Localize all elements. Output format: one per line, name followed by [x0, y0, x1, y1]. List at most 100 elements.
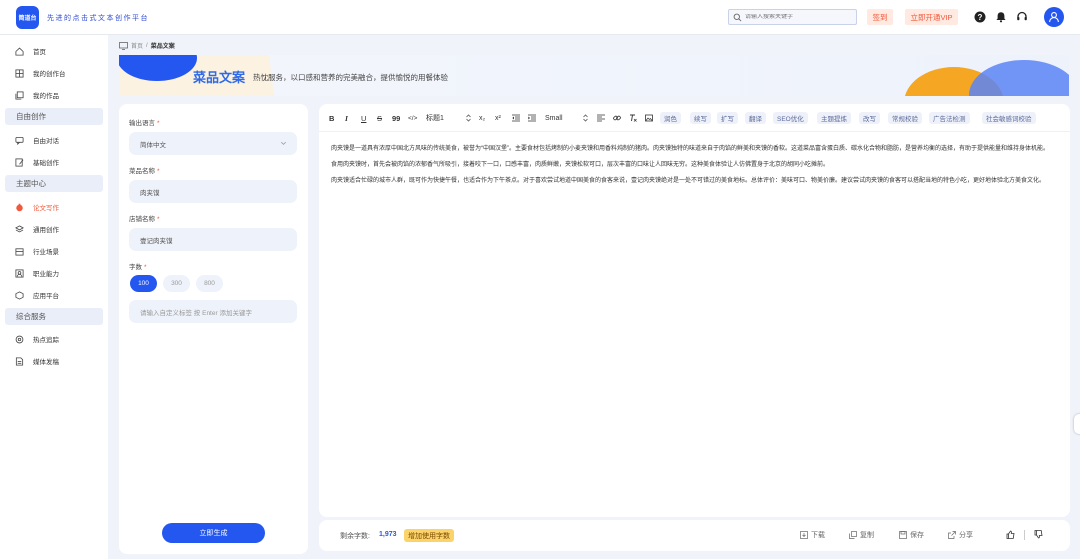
updown-icon	[466, 114, 471, 122]
sidebar-item-home[interactable]: 首页	[15, 44, 46, 58]
link-icon	[613, 115, 621, 121]
chip-translate[interactable]: 翻译	[745, 112, 766, 124]
share-button[interactable]: 分享	[948, 530, 973, 540]
chip-expand[interactable]: 扩写	[717, 112, 738, 124]
subscript-button[interactable]: x₂	[479, 112, 485, 124]
logo[interactable]: 简道台	[16, 6, 39, 29]
sidebar-group-theme[interactable]: 主题中心	[5, 175, 103, 192]
clear-format-icon	[630, 114, 637, 122]
quote-button[interactable]: 99	[392, 112, 400, 124]
count-option-300[interactable]: 300	[163, 275, 190, 292]
sidebar-item-basic[interactable]: 基础创作	[15, 155, 59, 169]
updown-icon	[582, 114, 588, 122]
search-icon	[733, 13, 742, 21]
copy-icon	[849, 531, 857, 539]
headset-icon[interactable]	[1016, 11, 1028, 23]
sidebar: 首页 我的创作台 我的作品 自由创作 自由对话 基础创作 主题中心 论文写作 通…	[0, 35, 108, 559]
count-option-800[interactable]: 800	[196, 275, 223, 292]
sidebar-item-media[interactable]: 媒体发稿	[15, 354, 59, 368]
italic-button[interactable]: I	[345, 112, 348, 124]
share-icon	[948, 531, 956, 539]
sidebar-item-career[interactable]: 职业能力	[15, 266, 59, 280]
link-button[interactable]	[613, 112, 621, 124]
chip-check[interactable]: 常规校验	[888, 112, 922, 124]
works-icon	[15, 90, 24, 100]
vip-button[interactable]: 立即开通VIP	[905, 9, 958, 25]
outdent-button[interactable]	[512, 112, 520, 124]
sidebar-item-hot[interactable]: 热点追踪	[15, 332, 59, 346]
user-icon	[1049, 12, 1059, 23]
copy-button[interactable]: 复制	[849, 530, 874, 540]
bell-icon[interactable]	[995, 11, 1007, 23]
sidebar-item-workspace[interactable]: 我的创作台	[15, 66, 66, 80]
top-header: 简道台 先进的点击式文本创作平台 签到 立即开通VIP ?	[0, 0, 1080, 35]
sidebar-item-chat[interactable]: 自由对话	[15, 133, 59, 147]
page-banner: 菜品文案 热忱服务，以口感和营养的完美融合，提供愉悦的用餐体验	[119, 55, 1069, 96]
outdent-icon	[512, 114, 520, 122]
add-words-button[interactable]: 增加使用字数	[404, 529, 454, 542]
align-button[interactable]	[597, 112, 605, 124]
chevron-down-icon	[281, 141, 286, 145]
slogan: 先进的点击式文本创作平台	[47, 14, 149, 22]
sidebar-item-general[interactable]: 通用创作	[15, 222, 59, 236]
paragraph: 食用肉夹馍时，首先会被肉馅的浓郁香气所吸引，接着咬下一口，口感丰富，肉质鲜嫩，夹…	[331, 162, 830, 168]
heading-select[interactable]: 标题1	[426, 112, 471, 124]
breadcrumb-home[interactable]: 首页	[131, 41, 143, 50]
dish-input[interactable]: 肉夹馍	[129, 180, 297, 203]
chip-sensitive[interactable]: 社会敏感词校验	[982, 112, 1036, 124]
indent-icon	[528, 114, 536, 122]
media-icon	[15, 356, 24, 366]
chip-rewrite[interactable]: 改写	[859, 112, 880, 124]
sidebar-group-service[interactable]: 综合服务	[5, 308, 103, 325]
sidebar-item-platform[interactable]: 应用平台	[15, 288, 59, 302]
keyword-input[interactable]: 请输入自定义标签 按 Enter 添加关键字	[129, 300, 297, 323]
bold-button[interactable]: B	[329, 112, 334, 124]
page-title: 菜品文案	[193, 70, 246, 85]
strike-button[interactable]: S	[377, 112, 382, 124]
search-box[interactable]	[728, 9, 857, 25]
editor-panel: B I U S 99 </> 标题1 x₂ x² Small 润色 续写 扩写 …	[319, 104, 1070, 517]
edit-icon	[15, 157, 24, 167]
sidebar-item-paper[interactable]: 论文写作	[15, 200, 59, 214]
paper-icon	[16, 203, 23, 211]
chip-ad-law[interactable]: 广告法检测	[929, 112, 970, 124]
sidebar-item-works[interactable]: 我的作品	[15, 88, 59, 102]
editor-content[interactable]: 肉夹馍是一道具有浓厚中国北方风味的传统美食，被誉为“中国汉堡”。主要食材包括烤制…	[331, 144, 1061, 192]
language-select[interactable]: 简体中文	[129, 132, 297, 155]
signin-button[interactable]: 签到	[867, 9, 893, 25]
shop-input[interactable]: 壹记肉夹馍	[129, 228, 297, 251]
image-button[interactable]	[645, 112, 653, 124]
chip-polish[interactable]: 润色	[660, 112, 681, 124]
generate-button[interactable]: 立即生成	[162, 523, 265, 543]
size-select[interactable]: Small	[545, 112, 588, 124]
download-button[interactable]: 下载	[800, 530, 825, 540]
sidebar-group-free[interactable]: 自由创作	[5, 108, 103, 125]
sidebar-item-industry[interactable]: 行业场景	[15, 244, 59, 258]
save-button[interactable]: 保存	[899, 530, 924, 540]
hot-icon	[15, 335, 24, 343]
layers-icon	[15, 224, 24, 232]
side-drawer-handle[interactable]	[1074, 414, 1080, 434]
count-label: 字数 *	[129, 264, 147, 271]
code-button[interactable]: </>	[408, 112, 417, 124]
monitor-icon	[119, 41, 128, 50]
help-icon[interactable]: ?	[974, 11, 986, 23]
avatar[interactable]	[1044, 7, 1064, 27]
industry-icon	[15, 247, 24, 256]
thumbs-down-icon[interactable]	[1034, 530, 1043, 539]
underline-button[interactable]: U	[361, 112, 366, 124]
chip-continue[interactable]: 续写	[690, 112, 711, 124]
chip-theme[interactable]: 主题提炼	[817, 112, 851, 124]
remain-label: 剩余字数:	[340, 533, 370, 540]
count-option-100[interactable]: 100	[130, 275, 157, 292]
indent-button[interactable]	[528, 112, 536, 124]
editor-footer: 剩余字数: 1,973 增加使用字数 下载 复制 保存 分享	[319, 520, 1070, 551]
clear-format-button[interactable]	[629, 112, 637, 124]
chip-seo[interactable]: SEO优化	[773, 112, 808, 124]
thumbs-up-icon[interactable]	[1006, 530, 1015, 539]
search-input[interactable]	[745, 14, 855, 20]
superscript-button[interactable]: x²	[495, 112, 501, 124]
breadcrumb-current: 菜品文案	[150, 44, 175, 50]
breadcrumb: 首页 / 菜品文案	[119, 41, 175, 50]
home-icon	[15, 47, 24, 56]
